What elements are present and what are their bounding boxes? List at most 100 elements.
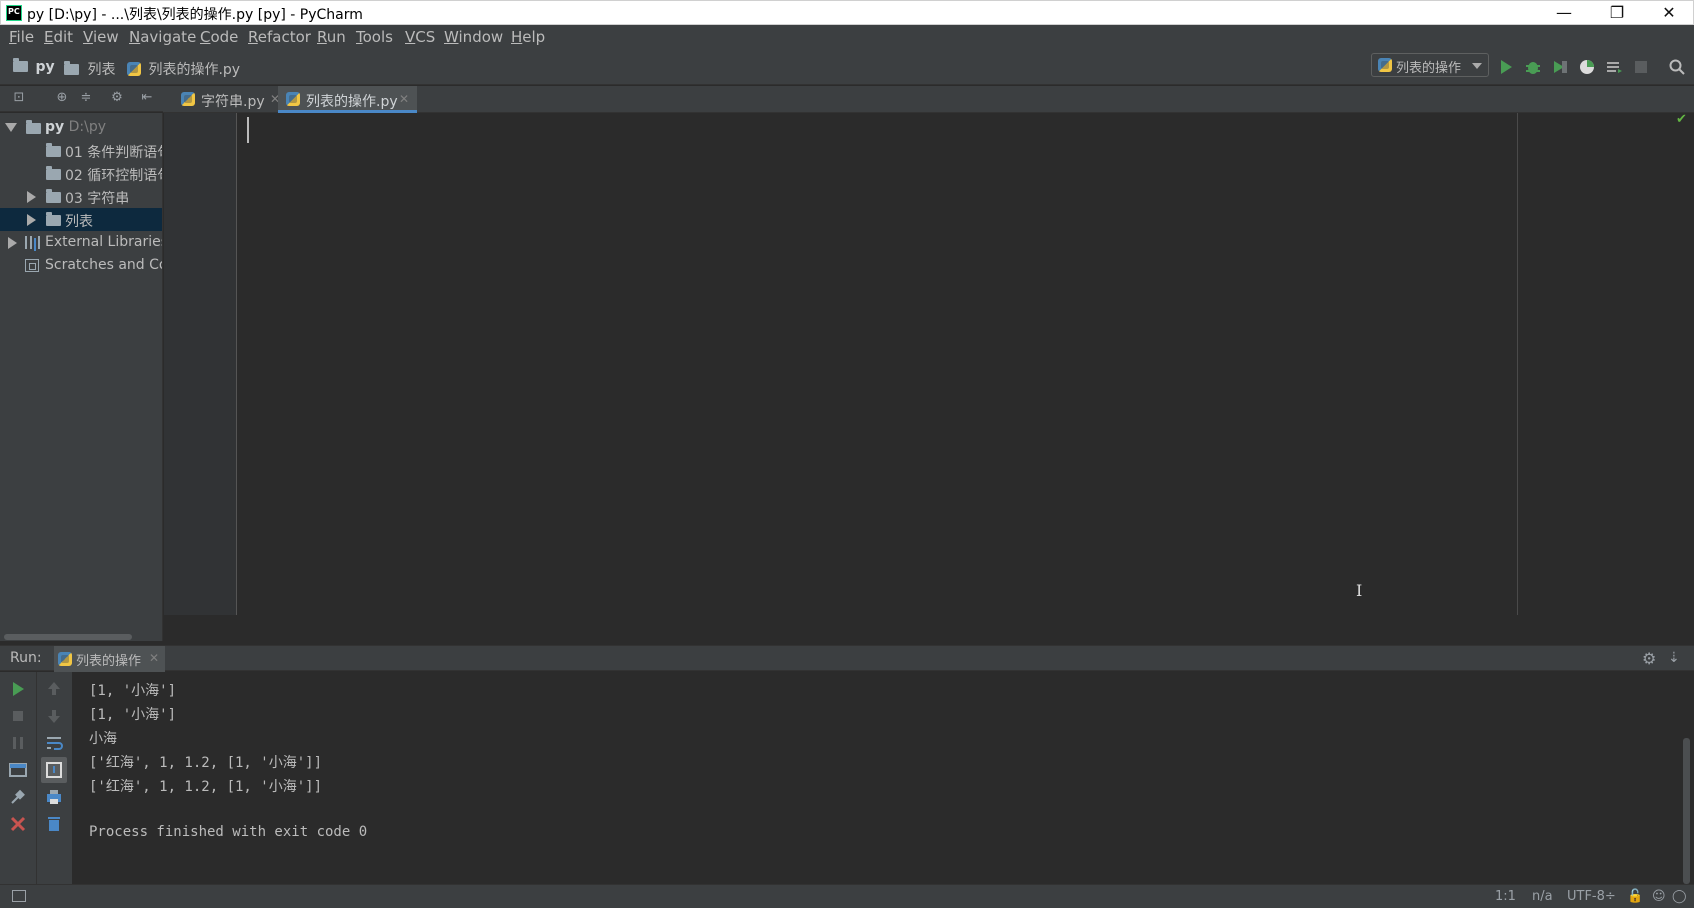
vertical-scrollbar[interactable]: [1683, 738, 1690, 884]
tree-scratches[interactable]: Scratches and Consoles: [0, 254, 162, 277]
text-cursor-icon: I: [1356, 581, 1363, 600]
arrow-down-icon[interactable]: [43, 705, 65, 727]
chevron-right-icon[interactable]: [27, 191, 36, 203]
scroll-to-end-icon[interactable]: [41, 757, 67, 783]
arrow-up-icon[interactable]: [43, 678, 65, 700]
folder-icon: [13, 58, 28, 72]
tab-list-operations-py[interactable]: 列表的操作.py ✕: [278, 86, 417, 113]
menu-edit[interactable]: Edit: [44, 28, 73, 46]
console-exit-line: Process finished with exit code 0: [89, 824, 368, 840]
line-separator[interactable]: n/a: [1532, 889, 1553, 904]
python-file-icon: [127, 62, 141, 76]
stop-icon[interactable]: [1632, 58, 1650, 76]
locate-icon[interactable]: ⊕: [55, 91, 69, 105]
soft-wrap-icon[interactable]: [43, 732, 65, 754]
project-tree: py D:\py 01 条件判断语句 02 循环控制语句 03 字符串 列表 E…: [0, 113, 163, 641]
run-icon[interactable]: [1497, 58, 1515, 76]
tree-item-folder[interactable]: 列表: [0, 208, 162, 231]
menu-run[interactable]: Run: [317, 28, 346, 46]
run-label: Run:: [10, 650, 42, 666]
inspection-ok-icon[interactable]: ✔: [1676, 112, 1687, 127]
folder-icon: [64, 61, 79, 75]
pycharm-logo-icon: [6, 5, 22, 21]
debug-icon[interactable]: [1524, 58, 1542, 76]
chevron-down-icon[interactable]: [5, 123, 17, 132]
close-icon[interactable]: ✕: [399, 92, 409, 106]
hide-icon[interactable]: ⇣: [1668, 650, 1680, 666]
python-file-icon: [58, 652, 72, 666]
breadcrumb-folder[interactable]: 列表: [64, 59, 115, 79]
pin-icon[interactable]: [7, 786, 29, 808]
menu-file[interactable]: File: [9, 28, 34, 46]
divider: [36, 672, 37, 884]
gear-icon[interactable]: ⚙: [1642, 649, 1656, 668]
event-log-icon[interactable]: ◯: [1672, 889, 1687, 904]
profile-icon[interactable]: [1578, 58, 1596, 76]
tree-item-folder[interactable]: 03 字符串: [0, 185, 162, 208]
close-icon[interactable]: [7, 813, 29, 835]
code-editor[interactable]: [238, 113, 1694, 615]
hide-panel-icon[interactable]: ⇤: [140, 91, 154, 105]
chevron-down-icon: [1472, 63, 1482, 69]
status-bar: 1:1 n/a UTF-8÷ 🔓 ☺ ◯: [0, 884, 1694, 908]
search-icon[interactable]: [1668, 58, 1686, 76]
tree-root-py[interactable]: py D:\py: [0, 116, 162, 139]
run-console[interactable]: [1, '小海'] [1, '小海'] 小海 ['红海', 1, 1.2, [1…: [72, 672, 1694, 884]
tree-external-libraries[interactable]: External Libraries: [0, 231, 162, 254]
print-icon[interactable]: [43, 786, 65, 808]
run-tab[interactable]: 列表的操作 ✕: [54, 646, 166, 672]
library-icon: [25, 236, 41, 249]
view-mode-icon[interactable]: ⊡: [12, 91, 26, 105]
close-window-button[interactable]: ✕: [1646, 1, 1692, 25]
menu-navigate[interactable]: Navigate: [129, 28, 196, 46]
rerun-icon[interactable]: [7, 678, 29, 700]
breadcrumb-project[interactable]: py: [13, 58, 55, 75]
menu-code[interactable]: Code: [200, 28, 238, 46]
console-line: 小海: [89, 731, 117, 747]
tab-string-py[interactable]: 字符串.py ✕: [173, 86, 280, 113]
menu-vcs[interactable]: VCS: [405, 28, 435, 46]
text-caret: [247, 117, 249, 143]
chevron-right-icon[interactable]: [27, 214, 36, 226]
menu-help[interactable]: Help: [511, 28, 545, 46]
breadcrumb-file[interactable]: 列表的操作.py: [127, 59, 240, 79]
pause-icon[interactable]: [7, 732, 29, 754]
folder-icon: [26, 120, 41, 134]
tree-item-folder[interactable]: 02 循环控制语句: [0, 162, 162, 185]
menu-window[interactable]: Window: [444, 28, 503, 46]
trash-icon[interactable]: [43, 813, 65, 835]
tool-windows-icon[interactable]: [12, 890, 26, 902]
close-icon[interactable]: ✕: [149, 651, 159, 665]
horizontal-scrollbar[interactable]: [4, 634, 132, 640]
minimize-button[interactable]: —: [1541, 1, 1587, 25]
caret-position[interactable]: 1:1: [1495, 889, 1516, 904]
layout-icon[interactable]: [7, 759, 29, 781]
run-panel-header: Run: 列表的操作 ✕ ⚙ ⇣: [0, 645, 1694, 672]
inspector-icon[interactable]: ☺: [1652, 889, 1666, 904]
console-line: [1, '小海']: [89, 683, 177, 699]
coverage-icon[interactable]: [1551, 58, 1569, 76]
run-toolbar: [0, 672, 72, 884]
folder-icon: [46, 189, 61, 203]
folder-icon: [46, 166, 61, 180]
editor-gutter: [164, 113, 237, 615]
console-line: ['红海', 1, 1.2, [1, '小海']]: [89, 779, 323, 795]
folder-icon: [46, 143, 61, 157]
stop-icon[interactable]: [7, 705, 29, 727]
python-file-icon: [1378, 58, 1392, 72]
tree-item-folder[interactable]: 01 条件判断语句: [0, 139, 162, 162]
project-toolbar: ⊡ ⊕ ≑ ⚙ ⇤: [0, 86, 163, 112]
lock-icon[interactable]: 🔓: [1627, 889, 1643, 904]
menu-bar: File Edit View Navigate Code Refactor Ru…: [0, 25, 1694, 51]
run-configuration-select[interactable]: 列表的操作: [1371, 53, 1489, 77]
restore-button[interactable]: ❐: [1594, 1, 1640, 25]
file-encoding[interactable]: UTF-8÷: [1567, 889, 1616, 904]
collapse-all-icon[interactable]: ≑: [79, 91, 93, 105]
chevron-right-icon[interactable]: [8, 237, 17, 249]
build-icon[interactable]: [1605, 58, 1623, 76]
menu-tools[interactable]: Tools: [356, 28, 393, 46]
gear-icon[interactable]: ⚙: [110, 91, 124, 105]
menu-view[interactable]: View: [83, 28, 119, 46]
window-title: py [D:\py] - ...\列表\列表的操作.py [py] - PyCh…: [27, 7, 363, 23]
menu-refactor[interactable]: Refactor: [248, 28, 311, 46]
